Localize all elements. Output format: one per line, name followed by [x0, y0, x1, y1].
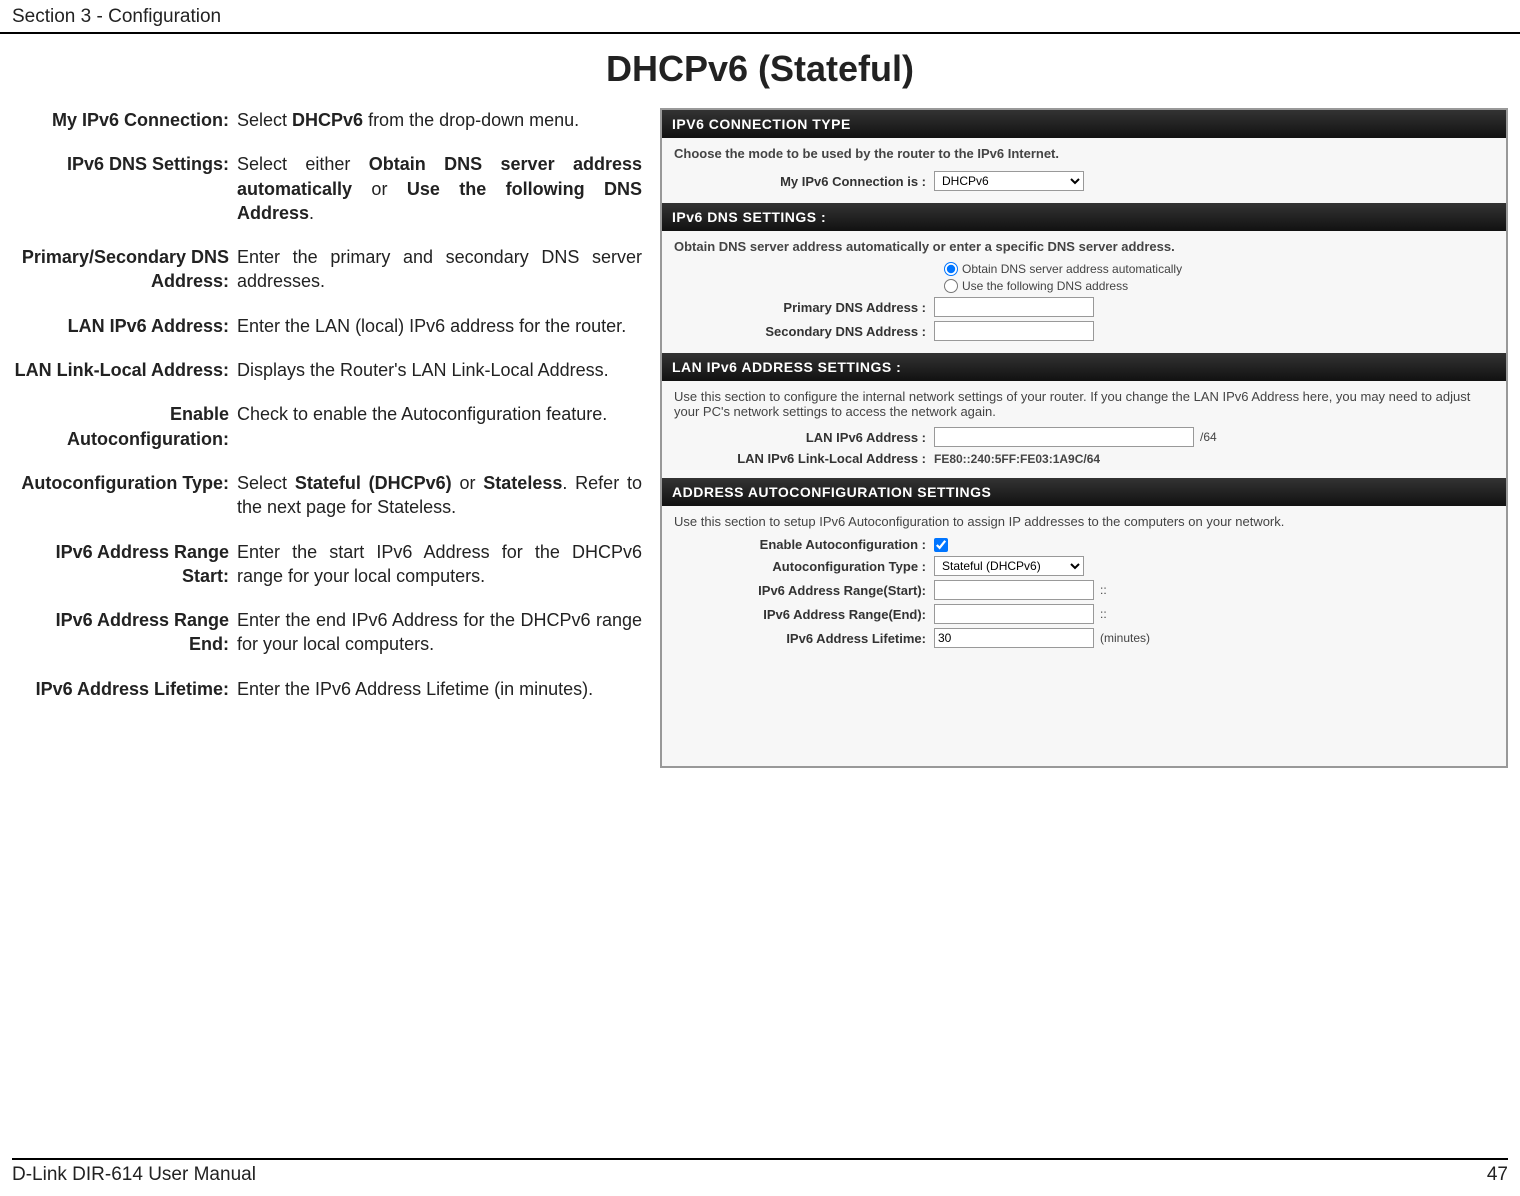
- def-desc: Select either Obtain DNS server address …: [237, 152, 642, 225]
- panel-header: IPv6 DNS SETTINGS :: [662, 203, 1506, 231]
- radio-label: Obtain DNS server address automatically: [962, 262, 1182, 276]
- link-local-label: LAN IPv6 Link-Local Address :: [674, 451, 934, 466]
- panel-intro: Obtain DNS server address automatically …: [674, 239, 1494, 254]
- def-desc: Enter the LAN (local) IPv6 address for t…: [237, 314, 642, 338]
- def-row: IPv6 DNS Settings:Select either Obtain D…: [12, 152, 642, 225]
- def-desc: Check to enable the Autoconfiguration fe…: [237, 402, 642, 451]
- panel-intro: Use this section to setup IPv6 Autoconfi…: [674, 514, 1494, 529]
- panel-header: ADDRESS AUTOCONFIGURATION SETTINGS: [662, 478, 1506, 506]
- section-header: Section 3 - Configuration: [0, 0, 1520, 34]
- page-title: DHCPv6 (Stateful): [0, 48, 1520, 90]
- conn-select[interactable]: DHCPv6: [934, 171, 1084, 191]
- def-row: IPv6 Address Range Start:Enter the start…: [12, 540, 642, 589]
- range-sep: ::: [1100, 583, 1107, 597]
- range-start-label: IPv6 Address Range(Start):: [674, 583, 934, 598]
- def-row: Autoconfiguration Type:Select Stateful (…: [12, 471, 642, 520]
- content-area: My IPv6 Connection:Select DHCPv6 from th…: [0, 108, 1520, 768]
- def-desc: Displays the Router's LAN Link-Local Add…: [237, 358, 642, 382]
- radio-label: Use the following DNS address: [962, 279, 1128, 293]
- lan-ipv6-label: LAN IPv6 Address :: [674, 430, 934, 445]
- dns-auto-radio[interactable]: [944, 262, 958, 276]
- def-label: IPv6 DNS Settings:: [12, 152, 237, 225]
- def-label: Primary/Secondary DNS Address:: [12, 245, 237, 294]
- def-label: IPv6 Address Range Start:: [12, 540, 237, 589]
- def-row: LAN IPv6 Address:Enter the LAN (local) I…: [12, 314, 642, 338]
- def-row: My IPv6 Connection:Select DHCPv6 from th…: [12, 108, 642, 132]
- def-label: LAN IPv6 Address:: [12, 314, 237, 338]
- page-footer: D-Link DIR-614 User Manual 47: [12, 1158, 1508, 1186]
- def-desc: Select DHCPv6 from the drop-down menu.: [237, 108, 642, 132]
- range-start-input[interactable]: [934, 580, 1094, 600]
- def-desc: Select Stateful (DHCPv6) or Stateless. R…: [237, 471, 642, 520]
- primary-dns-input[interactable]: [934, 297, 1094, 317]
- link-local-value: FE80::240:5FF:FE03:1A9C/64: [934, 452, 1100, 466]
- footer-right: 47: [1487, 1164, 1508, 1186]
- def-desc: Enter the end IPv6 Address for the DHCPv…: [237, 608, 642, 657]
- secondary-dns-label: Secondary DNS Address :: [674, 324, 934, 339]
- footer-left: D-Link DIR-614 User Manual: [12, 1164, 256, 1186]
- def-row: Primary/Secondary DNS Address:Enter the …: [12, 245, 642, 294]
- enable-autoconf-checkbox[interactable]: [934, 538, 948, 552]
- def-label: Enable Autoconfiguration:: [12, 402, 237, 451]
- def-row: IPv6 Address Range End:Enter the end IPv…: [12, 608, 642, 657]
- def-desc: Enter the IPv6 Address Lifetime (in minu…: [237, 677, 642, 701]
- def-row: Enable Autoconfiguration:Check to enable…: [12, 402, 642, 451]
- dns-manual-radio[interactable]: [944, 279, 958, 293]
- def-label: IPv6 Address Lifetime:: [12, 677, 237, 701]
- panel-intro: Use this section to configure the intern…: [674, 389, 1494, 419]
- autoconf-type-label: Autoconfiguration Type :: [674, 559, 934, 574]
- secondary-dns-input[interactable]: [934, 321, 1094, 341]
- lan-ipv6-input[interactable]: [934, 427, 1194, 447]
- panel-header: LAN IPv6 ADDRESS SETTINGS :: [662, 353, 1506, 381]
- def-label: LAN Link-Local Address:: [12, 358, 237, 382]
- primary-dns-label: Primary DNS Address :: [674, 300, 934, 315]
- def-row: LAN Link-Local Address:Displays the Rout…: [12, 358, 642, 382]
- range-end-label: IPv6 Address Range(End):: [674, 607, 934, 622]
- range-sep: ::: [1100, 607, 1107, 621]
- lifetime-unit: (minutes): [1100, 631, 1150, 645]
- screenshot-panel: IPV6 CONNECTION TYPE Choose the mode to …: [660, 108, 1508, 768]
- range-end-input[interactable]: [934, 604, 1094, 624]
- autoconf-type-select[interactable]: Stateful (DHCPv6): [934, 556, 1084, 576]
- lan-suffix: /64: [1200, 430, 1217, 444]
- conn-label: My IPv6 Connection is :: [674, 174, 934, 189]
- definitions-column: My IPv6 Connection:Select DHCPv6 from th…: [12, 108, 642, 768]
- enable-autoconf-label: Enable Autoconfiguration :: [674, 537, 934, 552]
- panel-header: IPV6 CONNECTION TYPE: [662, 110, 1506, 138]
- def-row: IPv6 Address Lifetime:Enter the IPv6 Add…: [12, 677, 642, 701]
- def-label: Autoconfiguration Type:: [12, 471, 237, 520]
- def-label: My IPv6 Connection:: [12, 108, 237, 132]
- panel-intro: Choose the mode to be used by the router…: [674, 146, 1494, 161]
- lifetime-label: IPv6 Address Lifetime:: [674, 631, 934, 646]
- def-desc: Enter the start IPv6 Address for the DHC…: [237, 540, 642, 589]
- lifetime-input[interactable]: [934, 628, 1094, 648]
- def-label: IPv6 Address Range End:: [12, 608, 237, 657]
- def-desc: Enter the primary and secondary DNS serv…: [237, 245, 642, 294]
